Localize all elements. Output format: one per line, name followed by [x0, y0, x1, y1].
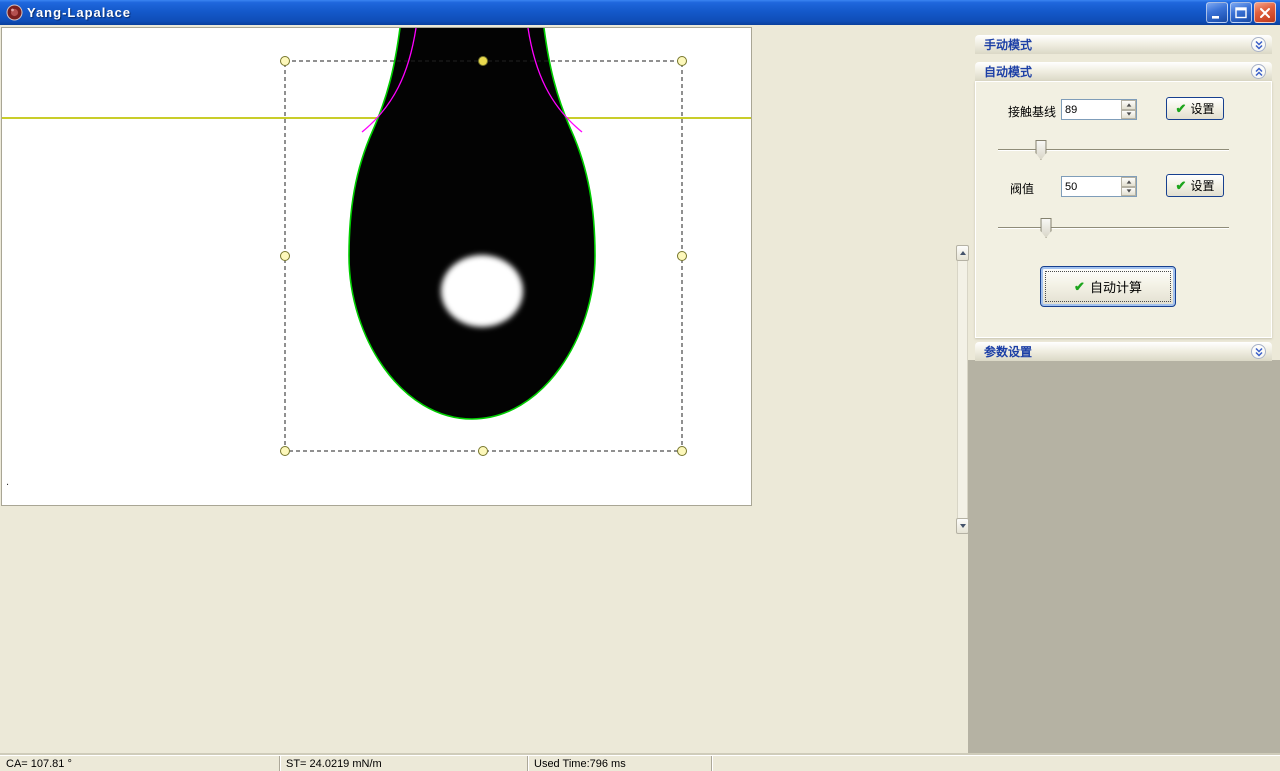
- baseline-spin-up[interactable]: [1121, 100, 1136, 110]
- chevron-down-icon[interactable]: [1251, 37, 1266, 52]
- threshold-label: 阀值: [1010, 180, 1034, 197]
- drop-highlight-core: [450, 262, 514, 318]
- drop-image: [2, 28, 751, 505]
- section-manual-mode[interactable]: 手动模式: [975, 35, 1272, 54]
- threshold-spin-down[interactable]: [1121, 187, 1136, 197]
- check-icon: ✔: [1176, 102, 1187, 115]
- title-bar: Yang-Lapalace: [0, 0, 1280, 25]
- section-auto-mode[interactable]: 自动模式: [975, 62, 1272, 81]
- drop-silhouette: [349, 28, 595, 419]
- selection-handle[interactable]: [678, 447, 687, 456]
- window-title: Yang-Lapalace: [27, 5, 1206, 20]
- set-button-label: 设置: [1190, 177, 1214, 194]
- arrow-down-icon: [1126, 190, 1131, 193]
- app-window: Yang-Lapalace: [0, 0, 1280, 771]
- arrow-down-icon: [1126, 113, 1131, 116]
- client-area: . 手动模式 自动模式 接触基线: [0, 25, 1280, 755]
- check-icon: ✔: [1074, 280, 1085, 293]
- arrow-down-icon: [960, 524, 966, 528]
- minimize-button[interactable]: [1206, 2, 1228, 23]
- selection-handle[interactable]: [281, 252, 290, 261]
- threshold-value-field[interactable]: [1062, 177, 1121, 196]
- threshold-slider[interactable]: [998, 218, 1229, 239]
- baseline-set-button[interactable]: ✔ 设置: [1166, 97, 1224, 120]
- minimize-icon: [1210, 6, 1224, 20]
- sidebar-lower-area: [968, 360, 1280, 755]
- status-used-time: Used Time:796 ms: [528, 756, 712, 771]
- threshold-slider-thumb[interactable]: [1041, 218, 1052, 238]
- status-surface-tension: ST= 24.0219 mN/m: [280, 756, 528, 771]
- section-title: 自动模式: [984, 63, 1032, 80]
- selection-handle[interactable]: [678, 57, 687, 66]
- scroll-up-button[interactable]: [956, 245, 969, 261]
- image-viewer[interactable]: .: [1, 27, 752, 506]
- scrollbar-track[interactable]: [957, 261, 968, 518]
- selection-handle[interactable]: [479, 57, 488, 66]
- selection-handle[interactable]: [281, 447, 290, 456]
- baseline-spin-down[interactable]: [1121, 110, 1136, 120]
- auto-calc-button[interactable]: ✔ 自动计算: [1040, 266, 1176, 307]
- slider-track[interactable]: [998, 149, 1229, 151]
- app-icon: [6, 4, 23, 21]
- arrow-up-icon: [960, 251, 966, 255]
- maximize-button[interactable]: [1230, 2, 1252, 23]
- baseline-slider-thumb[interactable]: [1035, 140, 1046, 160]
- check-icon: ✔: [1176, 179, 1187, 192]
- baseline-label: 接触基线: [1008, 103, 1056, 120]
- status-bar: CA= 107.81 ° ST= 24.0219 mN/m Used Time:…: [0, 755, 1280, 771]
- threshold-input[interactable]: [1061, 176, 1137, 197]
- slider-track[interactable]: [998, 227, 1229, 229]
- baseline-spinner: [1121, 100, 1136, 119]
- selection-handle[interactable]: [281, 57, 290, 66]
- auto-calc-label: 自动计算: [1090, 277, 1142, 296]
- section-title: 手动模式: [984, 36, 1032, 53]
- selection-handle[interactable]: [678, 252, 687, 261]
- maximize-icon: [1234, 6, 1248, 20]
- section-params[interactable]: 参数设置: [975, 342, 1272, 361]
- baseline-input[interactable]: [1061, 99, 1137, 120]
- status-contact-angle: CA= 107.81 °: [0, 756, 280, 771]
- close-button[interactable]: [1254, 2, 1276, 23]
- baseline-value-field[interactable]: [1062, 100, 1121, 119]
- threshold-set-button[interactable]: ✔ 设置: [1166, 174, 1224, 197]
- selection-handle[interactable]: [479, 447, 488, 456]
- auto-mode-panel: 接触基线 ✔ 设置 阀值: [975, 81, 1272, 338]
- baseline-slider[interactable]: [998, 140, 1229, 161]
- close-icon: [1258, 6, 1272, 20]
- set-button-label: 设置: [1190, 100, 1214, 117]
- arrow-up-icon: [1126, 180, 1131, 183]
- threshold-spin-up[interactable]: [1121, 177, 1136, 187]
- viewer-dot: .: [6, 476, 9, 488]
- chevron-up-icon[interactable]: [1251, 64, 1266, 79]
- chevron-down-icon[interactable]: [1251, 344, 1266, 359]
- section-title: 参数设置: [984, 343, 1032, 360]
- arrow-up-icon: [1126, 103, 1131, 106]
- window-controls: [1206, 2, 1276, 23]
- threshold-spinner: [1121, 177, 1136, 196]
